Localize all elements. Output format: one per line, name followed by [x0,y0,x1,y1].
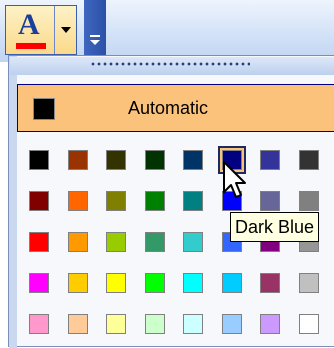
chevron-down-icon[interactable] [54,6,77,54]
color-swatch[interactable] [256,310,284,338]
color-swatch[interactable] [102,228,130,256]
color-chip [106,191,126,211]
automatic-color-swatch [33,98,55,120]
color-swatch[interactable] [102,269,130,297]
color-chip [67,150,88,170]
color-chip [260,314,280,334]
color-swatch[interactable] [102,310,130,338]
palette-move-handle[interactable] [10,57,334,75]
color-chip [106,314,126,334]
toolbar-options-button[interactable] [84,0,106,60]
color-chip [67,273,88,293]
color-swatch[interactable] [141,310,169,338]
font-color-button[interactable]: A [5,5,77,55]
color-swatch[interactable] [141,146,169,174]
color-chip [183,150,203,170]
color-swatch[interactable] [141,187,169,215]
color-chip [29,232,49,252]
color-chip [144,232,165,252]
color-swatch[interactable] [64,146,92,174]
color-swatch[interactable] [218,269,246,297]
automatic-label: Automatic [128,98,209,118]
color-swatch[interactable] [179,228,207,256]
color-swatch[interactable] [64,269,92,297]
color-chip [67,191,88,211]
color-swatch[interactable] [179,187,207,215]
automatic-color-button[interactable]: Automatic [17,84,334,132]
color-chip [106,273,126,293]
color-swatch[interactable] [25,269,53,297]
color-chip [221,314,242,334]
color-swatch[interactable] [102,146,130,174]
color-chip [183,273,203,293]
color-swatch[interactable] [64,187,92,215]
mouse-pointer-icon [223,161,246,198]
color-swatch[interactable] [141,228,169,256]
color-chip [106,150,126,170]
color-swatch[interactable] [295,310,323,338]
color-chip [183,314,203,334]
color-chip [260,273,280,293]
color-swatch[interactable] [179,269,207,297]
color-swatch[interactable] [64,228,92,256]
color-chip [144,273,165,293]
color-name-tooltip: Dark Blue [230,212,320,242]
color-chip [144,150,165,170]
color-chip [183,232,203,252]
color-swatch[interactable] [25,187,53,215]
color-swatch[interactable] [25,310,53,338]
color-chip [298,150,319,170]
color-chip [183,191,203,211]
color-chip [298,191,319,211]
color-swatch[interactable] [218,310,246,338]
color-chip [144,191,165,211]
color-swatch[interactable] [295,187,323,215]
color-chip [29,314,49,334]
font-color-letter-icon: A [18,8,40,41]
color-chip [67,232,88,252]
color-chip [144,314,165,334]
color-chip [106,232,126,252]
color-chip [29,150,49,170]
toolbar: A [0,0,334,62]
current-font-color-swatch [16,43,46,49]
color-swatch[interactable] [64,310,92,338]
color-swatch[interactable] [256,187,284,215]
color-chip [260,150,280,170]
color-chip [221,273,242,293]
color-swatch[interactable] [295,269,323,297]
color-swatch[interactable] [141,269,169,297]
color-swatch[interactable] [295,146,323,174]
grip-dots-icon [90,62,250,66]
color-swatch[interactable] [256,269,284,297]
color-swatch[interactable] [256,146,284,174]
panel-left-shade [9,56,17,348]
color-chip [298,314,319,334]
color-swatch[interactable] [25,228,53,256]
color-swatch[interactable] [102,187,130,215]
color-swatch[interactable] [179,146,207,174]
color-chip [260,191,280,211]
color-chip [67,314,88,334]
color-chip [29,273,49,293]
color-swatch[interactable] [179,310,207,338]
color-chip [298,273,319,293]
color-swatch[interactable] [25,146,53,174]
color-chip [29,191,49,211]
font-color-palette: Automatic [8,55,334,348]
